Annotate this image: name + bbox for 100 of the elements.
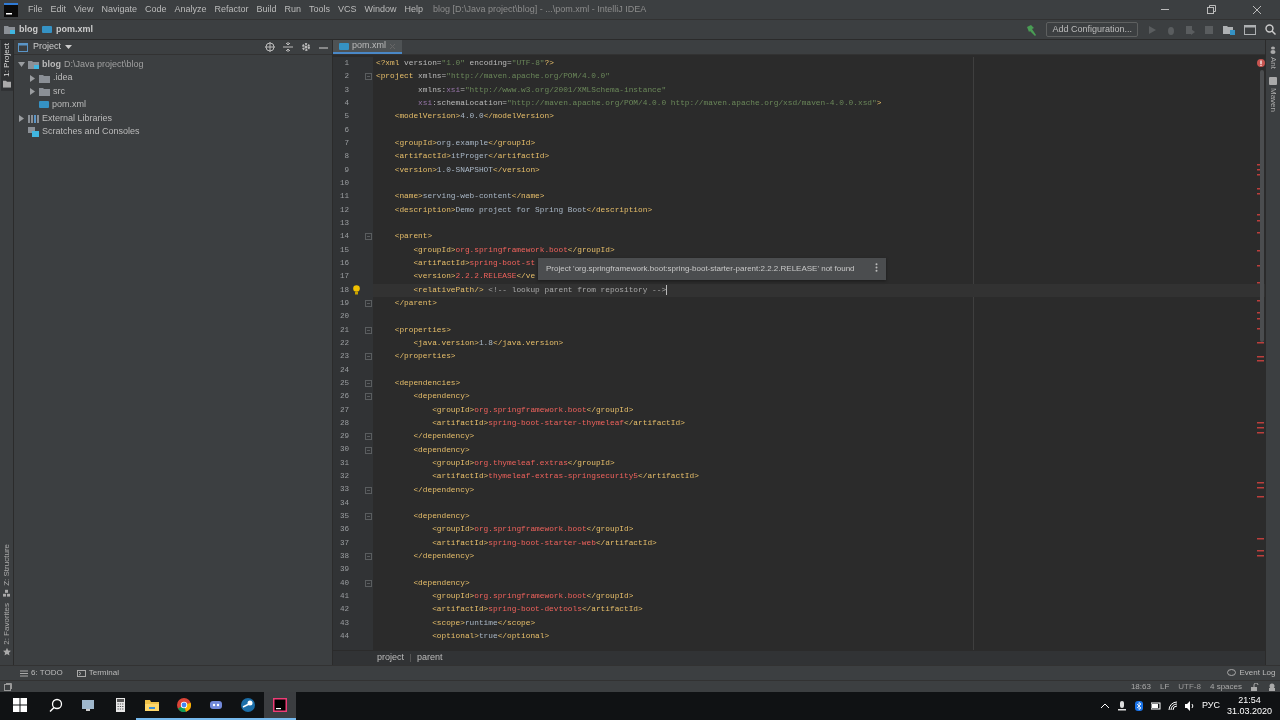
menu-item[interactable]: Help xyxy=(400,2,428,17)
breadcrumb-item[interactable]: project xyxy=(377,651,404,665)
collapse-all-icon[interactable] xyxy=(283,42,293,52)
editor-tab[interactable]: pom.xml xyxy=(333,40,402,54)
module-folder-icon xyxy=(28,60,39,70)
star-icon xyxy=(2,648,11,656)
menu-item[interactable]: Tools xyxy=(305,2,335,17)
collapsed-arrow-icon[interactable] xyxy=(29,74,36,82)
fold-marker-icon[interactable] xyxy=(365,326,372,334)
clock-date[interactable]: 31.03.2020 xyxy=(1226,706,1272,717)
menu-item[interactable]: VCS xyxy=(334,2,361,17)
menu-item[interactable]: Window xyxy=(360,2,401,17)
error-icon[interactable] xyxy=(1257,59,1265,67)
menu-item[interactable]: View xyxy=(70,2,98,17)
menu-item[interactable]: Navigate xyxy=(97,2,141,17)
calculator-icon xyxy=(113,698,127,712)
breadcrumb-item[interactable]: pom.xml xyxy=(56,22,93,37)
tree-item[interactable]: blog xyxy=(42,57,61,72)
tool-window-tab[interactable]: 1: Project xyxy=(0,40,13,91)
fold-marker-icon[interactable] xyxy=(365,300,372,308)
line-separator[interactable]: LF xyxy=(1159,680,1170,693)
lightbulb-icon[interactable] xyxy=(353,285,360,296)
more-options-icon[interactable] xyxy=(874,263,878,272)
menu-item[interactable]: Build xyxy=(252,2,281,17)
inspector-icon[interactable] xyxy=(1268,682,1276,691)
settings-icon[interactable] xyxy=(301,42,311,52)
maven-icon xyxy=(1269,77,1277,85)
controller-icon xyxy=(209,698,223,712)
menu-item[interactable]: Analyze xyxy=(170,2,211,17)
tool-window-tab[interactable]: Z: Structure xyxy=(0,541,13,601)
tool-window-tab[interactable]: Terminal xyxy=(76,667,119,679)
fold-marker-icon[interactable] xyxy=(365,513,372,521)
fold-marker-icon[interactable] xyxy=(365,486,372,494)
fold-marker-icon[interactable] xyxy=(365,233,372,241)
terminal-window-icon[interactable] xyxy=(1244,24,1256,35)
library-icon xyxy=(28,113,39,123)
microphone-icon[interactable] xyxy=(1116,701,1127,711)
app-logo-icon xyxy=(4,2,18,17)
tree-item[interactable]: src xyxy=(53,84,65,99)
tool-window-tab[interactable]: Maven xyxy=(1267,77,1279,113)
indent-setting[interactable]: 4 spaces xyxy=(1209,680,1242,693)
chevron-up-icon[interactable] xyxy=(1099,701,1110,711)
folder-icon xyxy=(39,86,50,96)
structure-icon xyxy=(2,589,11,598)
project-view-dropdown[interactable]: Project xyxy=(33,40,72,54)
scratches-icon xyxy=(28,126,39,137)
hammer-icon[interactable] xyxy=(1025,23,1038,36)
text-caret xyxy=(666,285,668,296)
round-logo-icon xyxy=(177,698,191,712)
fold-marker-icon[interactable] xyxy=(365,380,372,388)
menu-item[interactable]: Refactor xyxy=(210,2,253,17)
maven-file-icon xyxy=(339,41,349,51)
project-structure-icon[interactable] xyxy=(1223,24,1235,35)
speaker-icon[interactable] xyxy=(1184,701,1195,711)
menu-item[interactable]: Run xyxy=(280,2,305,17)
fold-marker-icon[interactable] xyxy=(365,433,372,441)
menu-item[interactable]: File xyxy=(24,2,47,17)
tree-item[interactable]: Scratches and Consoles xyxy=(42,124,140,139)
tree-item[interactable]: .idea xyxy=(53,71,73,85)
tool-window-tab[interactable]: Ant xyxy=(1267,46,1279,69)
menu-item[interactable]: Edit xyxy=(46,2,71,17)
fold-marker-icon[interactable] xyxy=(365,393,372,401)
battery-icon[interactable] xyxy=(1150,701,1161,711)
event-log-tab[interactable]: Event Log xyxy=(1227,667,1276,679)
file-encoding[interactable]: UTF-8 xyxy=(1178,680,1201,693)
caret-icon xyxy=(65,44,72,50)
locate-icon[interactable] xyxy=(265,42,275,52)
maven-file-icon xyxy=(42,25,52,34)
breadcrumb-item[interactable]: parent xyxy=(417,651,443,665)
search-icon[interactable] xyxy=(1265,24,1276,35)
menu-item[interactable]: Code xyxy=(140,2,171,17)
search-icon xyxy=(49,698,63,712)
path-text: D:\Java project\blog xyxy=(64,57,144,71)
padlock-icon[interactable] xyxy=(1251,682,1259,691)
tree-item[interactable]: External Libraries xyxy=(42,111,113,125)
wifi-icon[interactable] xyxy=(1167,701,1178,711)
caret-position[interactable]: 18:63 xyxy=(1130,680,1151,693)
module-folder-icon xyxy=(4,25,15,34)
collapsed-arrow-icon[interactable] xyxy=(29,87,36,95)
clock-time[interactable]: 21:54 xyxy=(1238,695,1261,706)
tool-window-tab[interactable]: 2: Favorites xyxy=(0,600,13,659)
tree-item[interactable]: pom.xml xyxy=(52,98,86,112)
layout-toggle-icon[interactable] xyxy=(4,682,12,691)
fold-marker-icon[interactable] xyxy=(365,73,372,81)
expanded-arrow-icon[interactable] xyxy=(18,61,25,69)
bluetooth-icon[interactable] xyxy=(1133,701,1144,711)
fold-marker-icon[interactable] xyxy=(365,353,372,361)
breadcrumb-item[interactable]: blog xyxy=(19,22,38,37)
fold-marker-icon[interactable] xyxy=(365,446,372,454)
scrollbar-thumb[interactable] xyxy=(1260,70,1264,342)
tool-window-tab[interactable]: 6: TODO xyxy=(20,667,63,679)
fold-marker-icon[interactable] xyxy=(365,553,372,561)
input-language[interactable]: РУС xyxy=(1201,699,1220,713)
restore-icon xyxy=(1204,3,1218,16)
collapsed-arrow-icon[interactable] xyxy=(18,114,25,122)
list-icon xyxy=(20,669,28,677)
run-configuration-button[interactable]: Add Configuration... xyxy=(1046,22,1138,37)
fold-marker-icon[interactable] xyxy=(365,579,372,587)
taskbar-button[interactable] xyxy=(264,692,296,720)
panel-icon xyxy=(18,42,28,52)
